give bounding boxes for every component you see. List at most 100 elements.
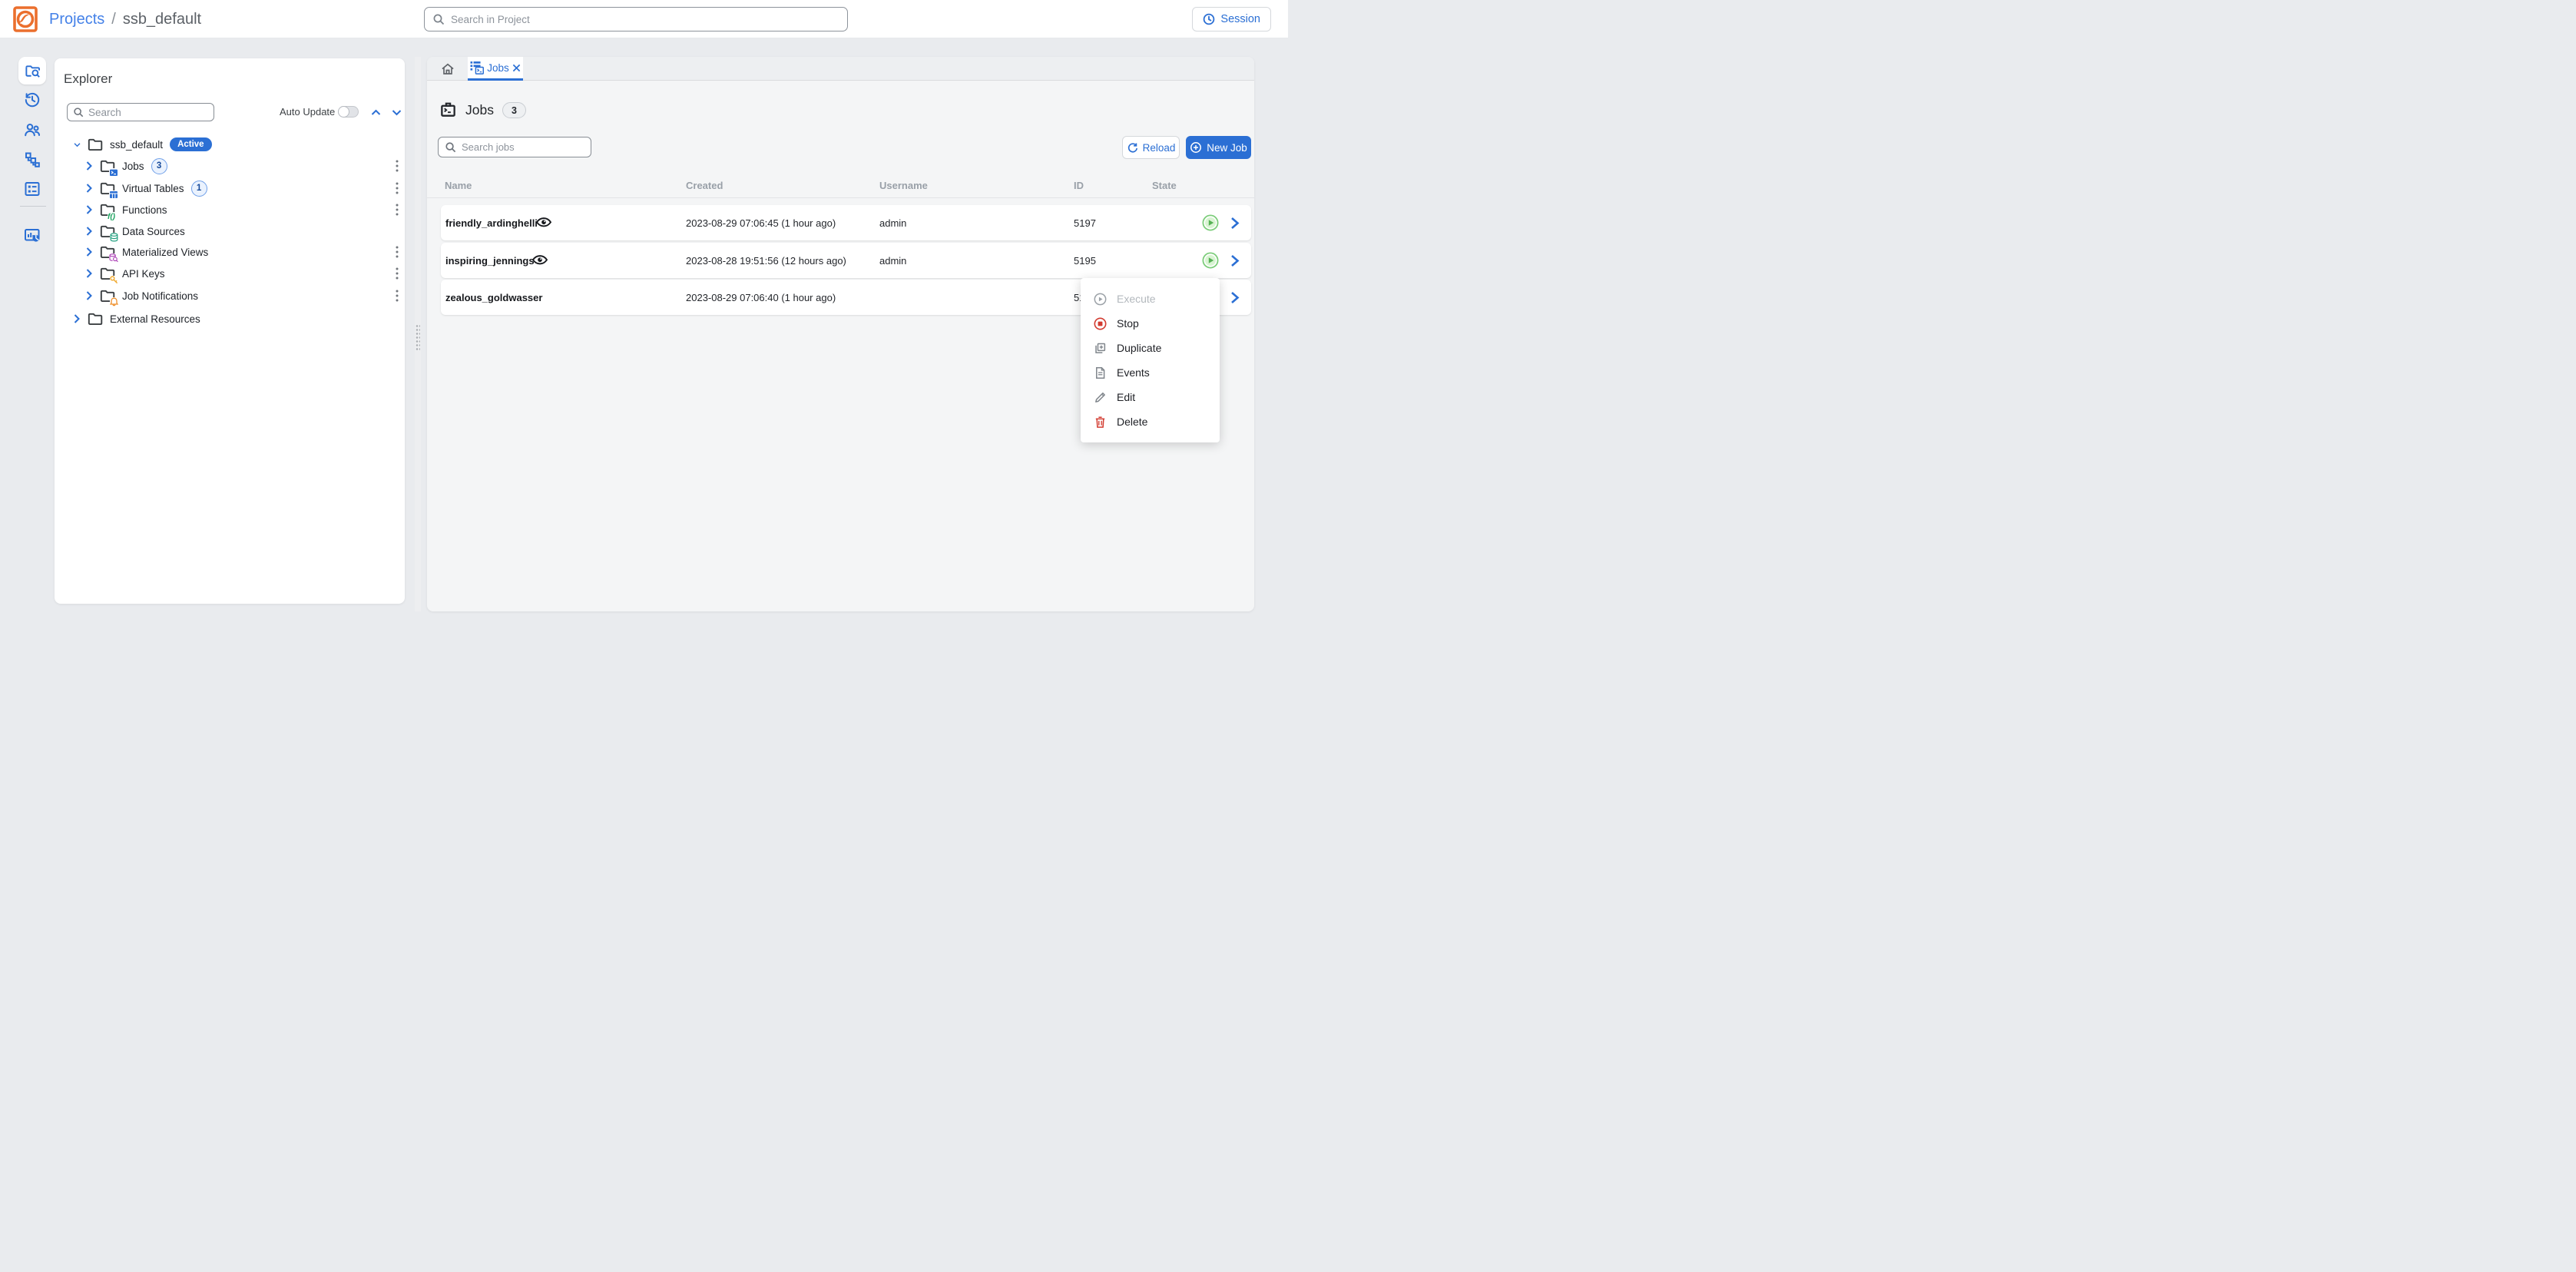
tree-item-functions[interactable]: f() Functions [55, 200, 405, 220]
menu-item-label: Duplicate [1117, 342, 1161, 354]
rail-users-tab[interactable] [18, 116, 46, 144]
state-running-icon[interactable] [1202, 214, 1219, 231]
rail-history-tab[interactable] [18, 86, 46, 114]
new-job-button[interactable]: New Job [1186, 136, 1251, 159]
explorer-search[interactable] [67, 103, 214, 121]
tree-item-api-keys[interactable]: API Keys [55, 263, 405, 283]
kebab-menu-icon[interactable] [390, 245, 404, 259]
jobs-folder-icon [100, 159, 115, 173]
menu-item-delete[interactable]: Delete [1081, 409, 1220, 434]
chevron-right-icon[interactable] [86, 184, 93, 193]
state-running-icon[interactable] [1202, 252, 1219, 269]
folder-icon [88, 312, 103, 326]
rail-explorer-tab[interactable] [18, 57, 46, 84]
session-button[interactable]: Session [1192, 7, 1271, 31]
chevron-right-icon[interactable] [86, 269, 93, 278]
ssb-logo-icon[interactable] [12, 6, 38, 32]
monitoring-chart-icon [23, 227, 41, 245]
row-expand-chevron-icon[interactable] [1230, 216, 1240, 230]
breadcrumb-projects-link[interactable]: Projects [49, 11, 104, 28]
job-name: friendly_ardinghelli [445, 217, 538, 229]
kebab-menu-icon[interactable] [390, 203, 404, 217]
lineage-icon [23, 151, 41, 169]
stop-circle-icon [1094, 317, 1107, 330]
column-header-created: Created [686, 180, 723, 191]
document-icon [1094, 366, 1107, 379]
folder-search-icon [24, 62, 41, 80]
tree-item-materialized-views[interactable]: Materialized Views [55, 242, 405, 262]
close-icon[interactable] [512, 64, 521, 72]
column-header-name: Name [445, 180, 472, 191]
tree-item-data-sources[interactable]: Data Sources [55, 221, 405, 241]
page-title: Jobs [465, 102, 494, 118]
rail-details-tab[interactable] [18, 175, 46, 203]
chevron-down-icon[interactable] [74, 140, 81, 149]
auto-update-toggle[interactable] [338, 106, 359, 118]
eye-icon[interactable] [535, 214, 552, 231]
trash-icon [1094, 416, 1107, 429]
expand-all-button[interactable] [390, 106, 402, 118]
menu-item-execute[interactable]: Execute [1081, 287, 1220, 311]
tree-item-label: External Resources [110, 313, 200, 325]
job-row-friendly-ardinghelli[interactable]: friendly_ardinghelli 2023-08-29 07:06:45… [441, 205, 1251, 240]
details-list-icon [23, 180, 41, 198]
reload-button[interactable]: Reload [1122, 136, 1180, 159]
jobs-search[interactable] [438, 137, 591, 157]
job-username: admin [879, 255, 906, 267]
row-expand-chevron-icon[interactable] [1230, 290, 1240, 305]
kebab-menu-icon[interactable] [390, 181, 404, 195]
rail-lineage-tab[interactable] [18, 146, 46, 174]
row-expand-chevron-icon[interactable] [1230, 253, 1240, 268]
tree-item-project-root[interactable]: ssb_default Active [55, 134, 405, 154]
jobs-search-input[interactable] [462, 141, 584, 153]
job-row-inspiring-jennings[interactable]: inspiring_jennings 2023-08-28 19:51:56 (… [441, 243, 1251, 278]
tree-item-label: ssb_default [110, 139, 163, 151]
menu-item-label: Delete [1117, 416, 1147, 428]
jobs-page-header: Jobs 3 [439, 101, 526, 119]
table-glyph-icon [109, 190, 118, 199]
tab-home[interactable] [430, 57, 465, 81]
job-created: 2023-08-29 07:06:45 (1 hour ago) [686, 217, 836, 229]
kebab-menu-icon[interactable] [390, 159, 404, 173]
eye-icon[interactable] [531, 252, 548, 269]
jobs-list-icon [470, 61, 484, 75]
data-sources-folder-icon [100, 224, 115, 238]
menu-item-duplicate[interactable]: Duplicate [1081, 336, 1220, 360]
reload-label: Reload [1143, 142, 1176, 154]
chevron-right-icon[interactable] [86, 291, 93, 300]
project-search[interactable] [424, 7, 848, 31]
play-circle-icon [1094, 293, 1107, 306]
project-search-input[interactable] [451, 14, 839, 25]
clock-icon [1203, 13, 1215, 25]
tab-jobs[interactable]: Jobs [468, 57, 523, 81]
chevron-right-icon[interactable] [74, 314, 81, 323]
tree-item-job-notifications[interactable]: Job Notifications [55, 286, 405, 306]
kebab-menu-icon[interactable] [390, 289, 404, 303]
kebab-menu-icon[interactable] [390, 267, 404, 280]
key-glyph-icon [110, 276, 118, 284]
menu-item-events[interactable]: Events [1081, 360, 1220, 385]
explorer-search-input[interactable] [88, 107, 208, 118]
panel-resize-handle[interactable] [415, 57, 421, 611]
jobs-count-badge: 3 [151, 158, 167, 174]
main-panel: Jobs Jobs 3 Reload [427, 57, 1254, 611]
tab-bar: Jobs [427, 57, 1254, 81]
chevron-right-icon[interactable] [86, 247, 93, 257]
tree-item-jobs[interactable]: Jobs 3 [55, 156, 405, 176]
menu-item-stop[interactable]: Stop [1081, 311, 1220, 336]
chevron-right-icon[interactable] [86, 227, 93, 236]
tree-item-external-resources[interactable]: External Resources [55, 309, 405, 329]
menu-item-label: Execute [1117, 293, 1156, 305]
tree-item-virtual-tables[interactable]: Virtual Tables 1 [55, 178, 405, 198]
menu-item-edit[interactable]: Edit [1081, 385, 1220, 409]
session-label: Session [1220, 13, 1260, 25]
chevron-right-icon[interactable] [86, 205, 93, 214]
chevron-right-icon[interactable] [86, 161, 93, 171]
collapse-all-button[interactable] [369, 106, 382, 118]
folder-icon [88, 137, 103, 151]
column-header-state: State [1152, 180, 1177, 191]
job-name: zealous_goldwasser [445, 292, 542, 303]
svg-text:f(): f() [108, 213, 116, 220]
rail-monitoring-tab[interactable] [18, 222, 46, 250]
function-glyph-icon: f() [108, 212, 118, 220]
